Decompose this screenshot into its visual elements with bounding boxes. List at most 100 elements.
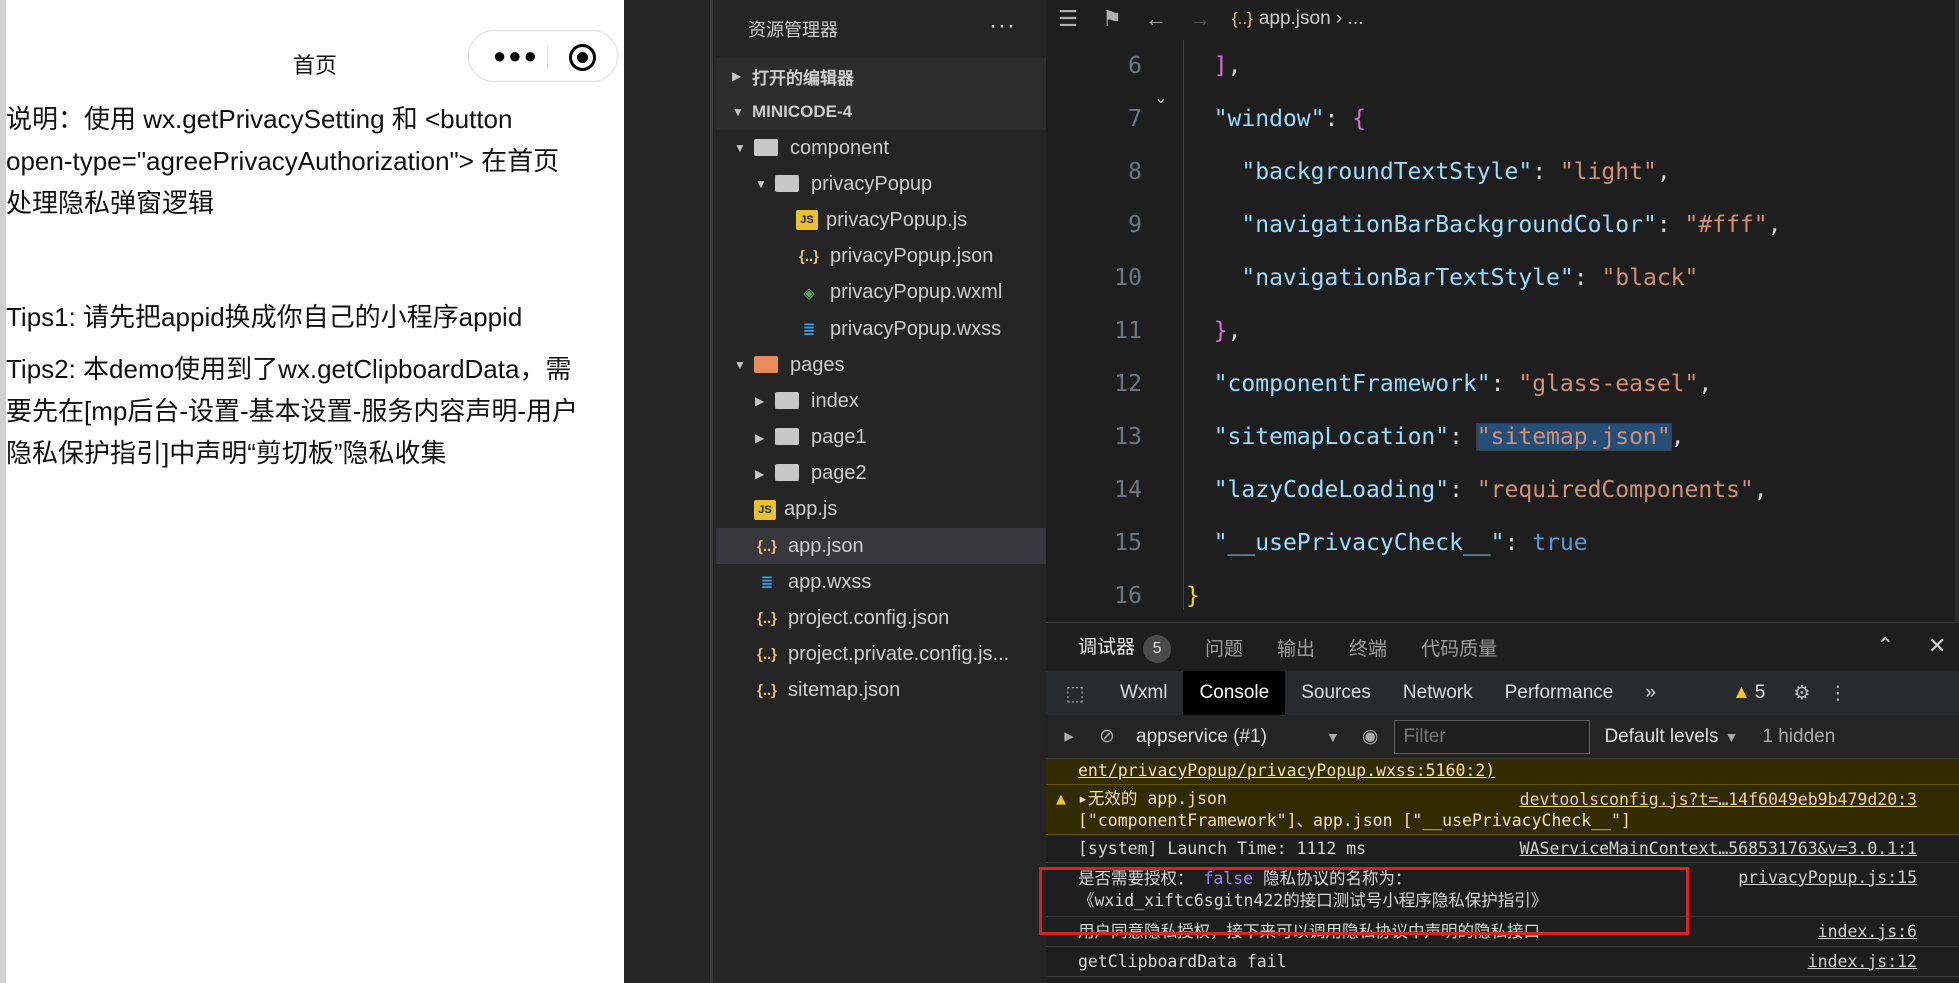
code-line: 9 "navigationBarBackgroundColor": "#fff"… <box>1128 212 1782 238</box>
inspect-icon[interactable]: ⬚ <box>1046 681 1104 706</box>
tree-item-app-js[interactable]: JS app.js <box>716 492 1046 528</box>
code-line: 15 "__usePrivacyCheck__": true <box>1114 530 1588 556</box>
more-actions-icon[interactable]: ··· <box>989 12 1016 40</box>
more-tabs-icon[interactable]: » <box>1629 671 1672 715</box>
tab-terminal[interactable]: 终端 <box>1349 634 1387 661</box>
source-link[interactable]: index.js:6 <box>1818 917 1917 947</box>
json-file-icon: {..} <box>798 248 819 266</box>
tree-item-page1[interactable]: ▶ page1 <box>716 420 1046 456</box>
source-link[interactable]: devtoolsconfig.js?t=…14f6049eb9b479d20:3 <box>1520 789 1917 811</box>
chevron-right-icon: ▶ <box>755 466 765 481</box>
gear-icon[interactable]: ⚙ <box>1793 682 1810 705</box>
breadcrumb-more: ... <box>1347 8 1364 29</box>
source-link[interactable]: index.js:12 <box>1808 947 1917 977</box>
context-select[interactable]: appservice (#1) <box>1136 726 1326 748</box>
tab-debugger[interactable]: 调试器 5 <box>1078 632 1172 663</box>
levels-select[interactable]: Default levels <box>1604 726 1718 748</box>
wxss-file-icon: ≣ <box>760 574 774 592</box>
project-label: MINICODE-4 <box>752 102 853 121</box>
tree-item-pages[interactable]: ▼ pages <box>716 347 1046 383</box>
warning-icon: ▲ <box>1056 789 1066 808</box>
folder-icon <box>775 174 799 192</box>
tree-item-privacypopup-json[interactable]: {..} privacyPopup.json <box>716 239 1046 275</box>
kebab-icon[interactable]: ⋮ <box>1828 682 1847 705</box>
editor-scrollbar[interactable] <box>1955 0 1959 622</box>
code-editor[interactable]: ☰ ⚑ ← → {..} app.json › ... ⌄ 6 ], 7 "win… <box>1046 0 1959 622</box>
tab-problems[interactable]: 问题 <box>1205 634 1243 661</box>
sidebar-toggle-icon[interactable]: ▸ <box>1046 725 1092 748</box>
tree-item-label: page2 <box>811 462 867 485</box>
warning-count[interactable]: 5 <box>1755 682 1766 704</box>
code-line: 7 "window": { <box>1128 106 1367 132</box>
more-dots-icon[interactable]: ●●● <box>493 45 539 67</box>
tips2-line-3: 隐私保护指引]中声明“剪切板”隐私收集 <box>6 438 447 468</box>
console-message: getClipboardData fail index.js:12 <box>1046 947 1959 977</box>
chevron-down-icon: ▼ <box>734 358 746 373</box>
tree-item-label: page1 <box>811 426 867 449</box>
list-icon[interactable]: ☰ <box>1046 6 1090 32</box>
folder-icon <box>775 464 799 482</box>
highlight-box <box>1039 867 1689 935</box>
tab-output[interactable]: 输出 <box>1277 634 1315 661</box>
close-icon[interactable]: ✕ <box>1928 633 1946 659</box>
tree-item-privacypopup[interactable]: ▼ privacyPopup <box>716 166 1046 202</box>
tree-item-project-private-config-js[interactable]: {..} project.private.config.js... <box>716 637 1046 673</box>
tree-item-app-wxss[interactable]: ≣ app.wxss <box>716 564 1046 600</box>
wxml-file-icon: ◈ <box>803 284 815 302</box>
desc-line-3: 处理隐私弹窗逻辑 <box>6 188 215 218</box>
code-line: 13 "sitemapLocation": "sitemap.json", <box>1114 423 1685 451</box>
capsule-menu[interactable]: ●●● <box>468 30 618 82</box>
simulator-panel: 首页 ●●● 说明：使用 wx.getPrivacySetting 和 <but… <box>0 0 624 983</box>
console-message: [system] Launch Time: 1112 ms WAServiceM… <box>1046 835 1959 863</box>
forward-arrow-icon[interactable]: → <box>1178 6 1222 32</box>
tab-network[interactable]: Network <box>1387 671 1489 715</box>
chevron-right-icon: ▶ <box>732 69 742 83</box>
tree-item-label: sitemap.json <box>788 679 901 702</box>
tree-item-page2[interactable]: ▶ page2 <box>716 456 1046 492</box>
folder-icon <box>754 355 778 373</box>
tree-item-label: app.js <box>784 498 838 521</box>
tab-console[interactable]: Console <box>1183 671 1286 715</box>
tree-item-privacypopup-wxss[interactable]: ≣ privacyPopup.wxss <box>716 311 1046 347</box>
tab-code-quality[interactable]: 代码质量 <box>1421 634 1497 661</box>
source-link[interactable]: privacyPopup.js:15 <box>1738 867 1917 889</box>
tree-item-app-json[interactable]: {..} app.json <box>716 528 1046 565</box>
clear-console-icon[interactable]: ⊘ <box>1092 725 1122 748</box>
explorer-title: 资源管理器 <box>748 20 838 40</box>
filter-input[interactable] <box>1394 719 1591 754</box>
resize-handle[interactable] <box>710 0 713 983</box>
chevron-right-icon: ▶ <box>755 394 765 409</box>
tree-item-label: app.json <box>788 534 864 557</box>
tree-item-label: project.config.json <box>788 607 950 630</box>
folder-icon <box>775 391 799 409</box>
tree-item-label: component <box>790 136 889 159</box>
project-section[interactable]: ▼ MINICODE-4 <box>716 94 1046 130</box>
json-icon: {..} <box>1232 9 1253 28</box>
code-lines[interactable]: 6 ], 7 "window": { 8 "backgroundTextStyl… <box>1046 40 1959 623</box>
collapse-icon[interactable]: ⌃ <box>1876 633 1894 659</box>
close-target-icon[interactable] <box>569 44 596 71</box>
folder-icon <box>775 428 799 446</box>
tree-item-privacypopup-js[interactable]: JS privacyPopup.js <box>716 202 1046 238</box>
tab-wxml[interactable]: Wxml <box>1104 671 1183 715</box>
code-line: 14 "lazyCodeLoading": "requiredComponent… <box>1114 477 1768 503</box>
tree-item-label: index <box>811 389 859 412</box>
tab-performance[interactable]: Performance <box>1489 671 1630 715</box>
capsule-divider <box>547 45 548 69</box>
tree-item-sitemap-json[interactable]: {..} sitemap.json <box>716 673 1046 709</box>
breadcrumb-file: app.json <box>1258 8 1331 29</box>
breadcrumb[interactable]: {..} app.json › ... <box>1232 8 1363 30</box>
code-line: 11 }, <box>1114 318 1242 344</box>
tree-item-label: pages <box>790 353 845 376</box>
source-link[interactable]: WAServiceMainContext…568531763&v=3.0.1:1 <box>1520 835 1917 863</box>
tree-item-component[interactable]: ▼ component <box>716 130 1046 166</box>
code-line: 6 ], <box>1128 53 1242 79</box>
open-editors-section[interactable]: ▶ 打开的编辑器 <box>716 58 1046 94</box>
bookmark-icon[interactable]: ⚑ <box>1090 6 1134 32</box>
tab-sources[interactable]: Sources <box>1285 671 1387 715</box>
eye-icon[interactable]: ◉ <box>1362 725 1379 748</box>
tree-item-index[interactable]: ▶ index <box>716 383 1046 419</box>
tree-item-project-config-json[interactable]: {..} project.config.json <box>716 600 1046 636</box>
tree-item-privacypopup-wxml[interactable]: ◈ privacyPopup.wxml <box>716 275 1046 311</box>
back-arrow-icon[interactable]: ← <box>1134 6 1178 32</box>
